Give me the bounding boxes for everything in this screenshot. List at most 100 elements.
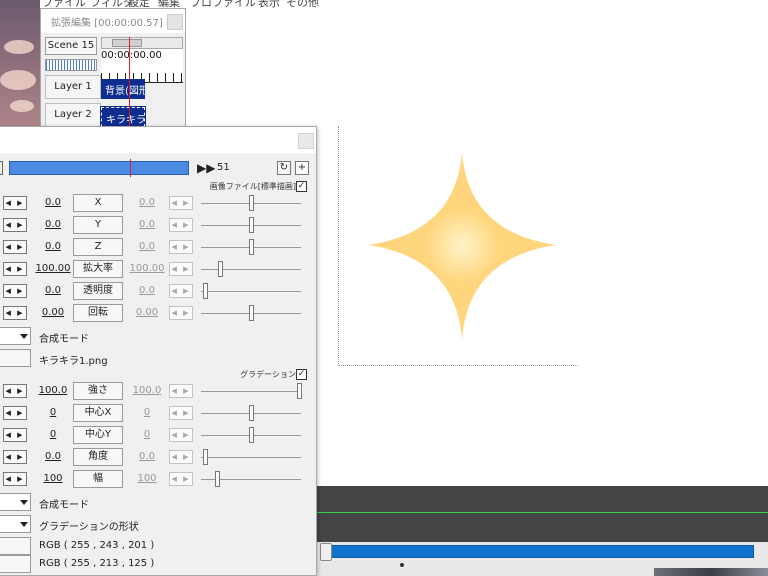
timeline-marker-line	[316, 512, 768, 513]
param-button[interactable]: 角度	[73, 448, 123, 466]
param-slider[interactable]	[201, 383, 302, 399]
param-button[interactable]: 透明度	[73, 282, 123, 300]
param-start-value[interactable]: 0.0	[33, 241, 73, 252]
slider-thumb[interactable]	[215, 471, 221, 487]
grad-blend-select[interactable]	[0, 493, 31, 511]
timeline-area[interactable]	[316, 486, 768, 542]
grad-section-checkbox[interactable]: ✓	[296, 369, 307, 380]
color1-button[interactable]	[0, 537, 31, 555]
left-arrows[interactable]: ◀ ▶	[3, 384, 27, 398]
refresh-icon[interactable]: ↻	[277, 161, 291, 175]
blend-mode-select[interactable]	[0, 327, 31, 345]
image-section-checkbox[interactable]: ✓	[296, 181, 307, 192]
color1-value: RGB ( 255 , 243 , 201 )	[39, 540, 155, 551]
color2-button[interactable]	[0, 555, 31, 573]
dialog-close-button[interactable]	[298, 133, 314, 149]
color1-row: RGB ( 255 , 243 , 201 )	[0, 537, 317, 557]
left-arrows[interactable]: ◀ ▶	[3, 450, 27, 464]
param-start-value[interactable]: 0.0	[33, 451, 73, 462]
seek-knob[interactable]	[320, 543, 332, 561]
param-button[interactable]: X	[73, 194, 123, 212]
left-arrows[interactable]: ◀ ▶	[3, 306, 27, 320]
slider-thumb[interactable]	[202, 283, 208, 299]
grad-shape-select[interactable]	[0, 515, 31, 533]
param-slider[interactable]	[201, 471, 301, 487]
param-start-value[interactable]: 0	[33, 429, 73, 440]
left-arrows[interactable]: ◀ ▶	[3, 472, 27, 486]
file-select-button[interactable]	[0, 349, 31, 367]
param-slider[interactable]	[201, 449, 301, 465]
close-button[interactable]	[167, 14, 183, 30]
param-end-value: 0.00	[135, 307, 159, 318]
slider-thumb[interactable]	[249, 405, 254, 421]
param-slider[interactable]	[201, 195, 301, 211]
extended-edit-window: 拡張編集 [00:00:00.57] [ Scene 15 00:00:00.0…	[40, 8, 186, 128]
right-arrows: ◀ ▶	[169, 284, 193, 298]
clip-sparkle[interactable]: キラキラ1.p	[100, 106, 146, 128]
menu-profile[interactable]: プロファイル	[190, 0, 256, 10]
scene-button[interactable]: Scene 15	[45, 37, 97, 55]
slider-thumb[interactable]	[249, 427, 254, 443]
param-end-value: 0.0	[139, 285, 155, 296]
slider-thumb[interactable]	[218, 261, 224, 277]
add-filter-icon[interactable]: +	[295, 161, 309, 175]
fast-forward-icon[interactable]: ▶▶	[197, 161, 215, 175]
menu-view[interactable]: 表示	[258, 0, 280, 10]
param-slider[interactable]	[201, 305, 301, 321]
param-slider[interactable]	[201, 217, 301, 233]
left-arrows[interactable]: ◀ ▶	[3, 262, 27, 276]
param-end-value: 100	[137, 473, 157, 484]
param-button[interactable]: Z	[73, 238, 123, 256]
param-slider[interactable]	[201, 427, 301, 443]
frame-start-handle[interactable]	[0, 161, 3, 175]
param-button[interactable]: 強さ	[73, 382, 123, 400]
blend-mode-row: 合成モード	[0, 327, 317, 347]
left-arrows[interactable]: ◀ ▶	[3, 218, 27, 232]
layer-2-button[interactable]: Layer 2	[45, 103, 101, 127]
param-start-value[interactable]: 0.0	[33, 285, 73, 296]
frame-range-bar[interactable]	[9, 159, 189, 177]
left-arrows[interactable]: ◀ ▶	[3, 406, 27, 420]
menu-other[interactable]: その他	[286, 0, 319, 10]
slider-thumb[interactable]	[249, 217, 254, 233]
param-slider[interactable]	[201, 239, 301, 255]
layer-1-button[interactable]: Layer 1	[45, 75, 101, 99]
param-start-value[interactable]: 100.00	[33, 263, 73, 274]
left-arrows[interactable]: ◀ ▶	[3, 428, 27, 442]
left-arrows[interactable]: ◀ ▶	[3, 240, 27, 254]
grad-shape-row: グラデーションの形状	[0, 515, 317, 535]
param-slider[interactable]	[201, 283, 301, 299]
clip-background[interactable]: 背景(図形	[101, 79, 145, 99]
param-start-value[interactable]: 0.00	[33, 307, 73, 318]
param-button[interactable]: 中心X	[73, 404, 123, 422]
param-row: ◀ ▶ 0.00 回転 0.00 ◀ ▶	[0, 303, 317, 323]
slider-thumb[interactable]	[202, 449, 208, 465]
file-row: キラキラ1.png	[0, 349, 317, 369]
param-row: ◀ ▶ 0 中心X 0 ◀ ▶	[0, 403, 317, 423]
param-start-value[interactable]: 100	[33, 473, 73, 484]
slider-thumb[interactable]	[297, 383, 302, 399]
seek-dot	[400, 563, 404, 567]
horizontal-scrollbar[interactable]	[101, 37, 183, 49]
param-row: ◀ ▶ 0.0 透明度 0.0 ◀ ▶	[0, 281, 317, 301]
param-slider[interactable]	[201, 261, 301, 277]
left-arrows[interactable]: ◀ ▶	[3, 196, 27, 210]
param-button[interactable]: 中心Y	[73, 426, 123, 444]
playhead-cursor[interactable]	[129, 37, 130, 127]
param-button[interactable]: 幅	[73, 470, 123, 488]
param-start-value[interactable]: 100.0	[33, 385, 73, 396]
param-button[interactable]: Y	[73, 216, 123, 234]
param-slider[interactable]	[201, 405, 301, 421]
time-ruler[interactable]: 00:00:00.00	[101, 37, 183, 83]
param-start-value[interactable]: 0.0	[33, 219, 73, 230]
param-start-value[interactable]: 0	[33, 407, 73, 418]
seek-bar[interactable]	[328, 545, 754, 558]
left-arrows[interactable]: ◀ ▶	[3, 284, 27, 298]
param-button[interactable]: 回転	[73, 304, 123, 322]
slider-thumb[interactable]	[249, 239, 254, 255]
right-arrows: ◀ ▶	[169, 450, 193, 464]
slider-thumb[interactable]	[249, 195, 254, 211]
param-start-value[interactable]: 0.0	[33, 197, 73, 208]
slider-thumb[interactable]	[249, 305, 254, 321]
param-button[interactable]: 拡大率	[73, 260, 123, 278]
